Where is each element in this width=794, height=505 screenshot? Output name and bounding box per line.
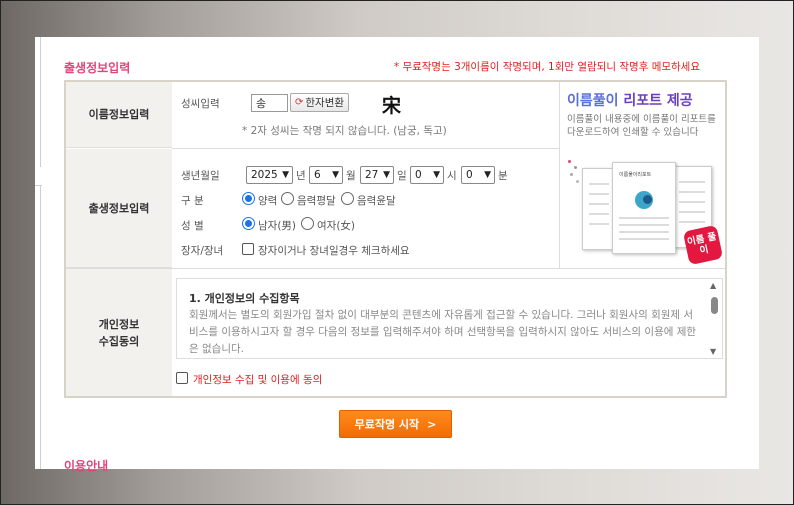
hour-value: 0 bbox=[415, 169, 422, 181]
report-page-front: 이름풀이리포트 bbox=[612, 162, 676, 254]
report-dots bbox=[568, 160, 582, 190]
surname-label: 성씨입력 bbox=[181, 98, 220, 110]
refresh-icon: ⟳ bbox=[295, 97, 304, 108]
hour-unit: 시 bbox=[447, 170, 457, 182]
privacy-label-line1: 개인정보 bbox=[98, 317, 140, 331]
lunar-normal-radio[interactable] bbox=[281, 192, 294, 205]
report-page-back-left bbox=[582, 168, 616, 250]
privacy-label-line2: 수집동의 bbox=[98, 334, 140, 348]
scroll-down-icon[interactable]: ▼ bbox=[710, 347, 716, 356]
birth-info-label: 출생정보입력 bbox=[66, 149, 172, 268]
report-description: 이름풀이 내용중에 이름풀이 리포트를 다운로드하여 인쇄할 수 있습니다 bbox=[567, 114, 716, 138]
day-value: 27 bbox=[365, 169, 379, 181]
year-select[interactable]: 2025 ▼ bbox=[246, 166, 293, 184]
privacy-terms-heading: 1. 개인정보의 수집항목 bbox=[189, 292, 300, 305]
surname-hint: * 2자 성씨는 작명 되지 않습니다. (남궁, 독고) bbox=[242, 125, 447, 137]
start-button-label: 무료작명 시작 bbox=[354, 418, 420, 431]
left-edge-line bbox=[40, 37, 41, 167]
privacy-terms-box[interactable]: 1. 개인정보의 수집항목 회원께서는 별도의 회원가입 절차 없이 대부분의 … bbox=[176, 278, 723, 359]
terms-scrollbar[interactable]: ▲ ▼ bbox=[707, 279, 722, 358]
birthdate-label: 생년월일 bbox=[181, 170, 220, 182]
scroll-thumb[interactable] bbox=[711, 297, 718, 314]
female-radio[interactable] bbox=[301, 217, 314, 230]
minute-select[interactable]: 0 ▼ bbox=[461, 166, 495, 184]
input-form-table: 이름정보입력 성씨입력 송 ⟳ 한자변환 宋 * 2자 성씨는 작명 되지 않습… bbox=[64, 80, 727, 398]
content-panel: 출생정보입력 * 무료작명는 3개이름이 작명되며, 1회만 열람되니 작명후 … bbox=[35, 37, 759, 473]
chevron-down-icon: ▼ bbox=[383, 170, 390, 180]
year-unit: 년 bbox=[296, 170, 306, 182]
firstborn-check-label: 장자이거나 장녀일경우 체크하세요 bbox=[258, 245, 410, 257]
report-title-main: 이름풀이 bbox=[567, 93, 619, 109]
male-radio[interactable] bbox=[242, 217, 255, 230]
report-circle-inner bbox=[643, 195, 652, 204]
chevron-down-icon: ▼ bbox=[332, 170, 339, 180]
female-option-label: 여자(女) bbox=[317, 220, 356, 232]
hanja-convert-label: 한자변환 bbox=[305, 97, 345, 109]
hour-select[interactable]: 0 ▼ bbox=[410, 166, 444, 184]
male-option-label: 남자(男) bbox=[258, 220, 297, 232]
solar-option-label: 양력 bbox=[258, 195, 278, 207]
month-select[interactable]: 6 ▼ bbox=[309, 166, 343, 184]
minute-value: 0 bbox=[466, 169, 473, 181]
lunar-leap-radio[interactable] bbox=[341, 192, 354, 205]
chevron-down-icon: ▼ bbox=[282, 170, 289, 180]
privacy-agree-checkbox[interactable] bbox=[176, 372, 188, 384]
hanja-character: 宋 bbox=[382, 95, 402, 117]
day-select[interactable]: 27 ▼ bbox=[360, 166, 394, 184]
chevron-right-icon: > bbox=[427, 417, 437, 431]
free-naming-notice: * 무료작명는 3개이름이 작명되며, 1회만 열람되니 작명후 메모하세요 bbox=[393, 61, 700, 73]
lunar-leap-option-label: 음력윤달 bbox=[357, 195, 396, 207]
left-edge-line-lower bbox=[40, 185, 41, 469]
scroll-up-icon[interactable]: ▲ bbox=[710, 281, 716, 290]
month-value: 6 bbox=[314, 169, 321, 181]
report-badge: 이름 풀이 bbox=[682, 224, 724, 266]
report-page-heading: 이름풀이리포트 bbox=[619, 172, 652, 178]
name-info-label: 이름정보입력 bbox=[66, 82, 172, 148]
surname-input[interactable]: 송 bbox=[251, 94, 288, 112]
chevron-down-icon: ▼ bbox=[484, 170, 491, 180]
calendar-type-label: 구 분 bbox=[181, 195, 204, 207]
hanja-convert-button[interactable]: ⟳ 한자변환 bbox=[290, 93, 350, 112]
solar-radio[interactable] bbox=[242, 192, 255, 205]
report-title: 이름풀이 리포트 제공 bbox=[567, 90, 693, 110]
gender-label: 성 별 bbox=[181, 220, 204, 232]
chevron-down-icon: ▼ bbox=[433, 170, 440, 180]
section-title: 출생정보입력 bbox=[64, 61, 131, 75]
year-value: 2025 bbox=[251, 169, 278, 181]
privacy-consent-label: 개인정보 수집동의 bbox=[66, 269, 172, 396]
usage-guide-title: 이용안내 bbox=[64, 459, 109, 473]
month-unit: 월 bbox=[346, 170, 356, 182]
report-title-accent: 리포트 제공 bbox=[623, 93, 693, 109]
privacy-agree-label: 개인정보 수집 및 이용에 동의 bbox=[193, 374, 323, 386]
firstborn-checkbox[interactable] bbox=[242, 243, 254, 255]
firstborn-label: 장자/장녀 bbox=[181, 245, 224, 257]
privacy-terms-text: 회원께서는 별도의 회원가입 절차 없이 대부분의 콘텐츠에 자유롭게 접근할 … bbox=[189, 309, 697, 355]
minute-unit: 분 bbox=[498, 170, 508, 182]
row-divider bbox=[172, 148, 559, 149]
report-promo: 이름풀이 리포트 제공 이름풀이 내용중에 이름풀이 리포트를 다운로드하여 인… bbox=[560, 82, 725, 268]
day-unit: 일 bbox=[397, 170, 407, 182]
lunar-normal-option-label: 음력평달 bbox=[297, 195, 336, 207]
start-free-naming-button[interactable]: 무료작명 시작 > bbox=[339, 410, 452, 438]
